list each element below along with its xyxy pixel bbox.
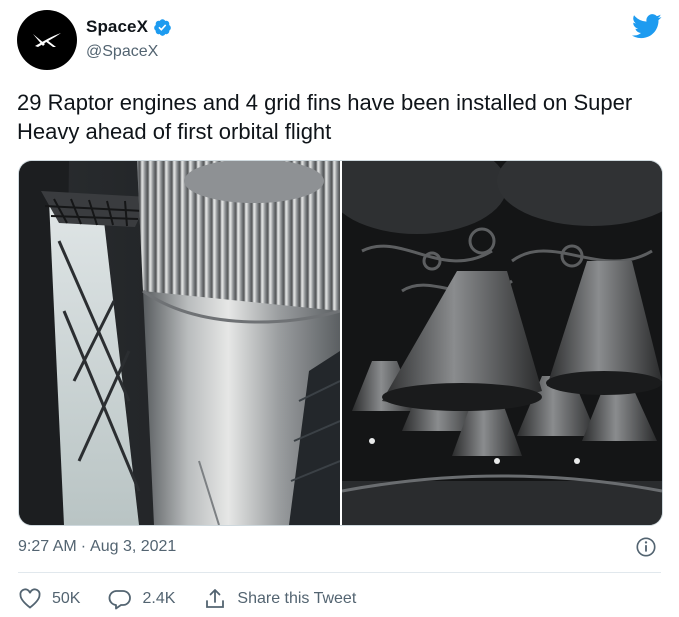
booster-image xyxy=(19,161,340,525)
reply-button[interactable]: 2.4K xyxy=(108,587,175,611)
tweet-time[interactable]: 9:27 AM xyxy=(18,538,77,556)
tweet-card: SpaceX @SpaceX 29 Raptor engines and 4 g… xyxy=(0,0,679,617)
divider xyxy=(18,572,661,573)
tweet-text: 29 Raptor engines and 4 grid fins have b… xyxy=(17,90,633,144)
engines-image xyxy=(341,161,662,525)
author-handle[interactable]: @SpaceX xyxy=(86,43,158,61)
avatar[interactable] xyxy=(17,10,77,70)
like-count: 50K xyxy=(52,590,81,607)
tweet-media[interactable] xyxy=(18,160,663,526)
author-display-name[interactable]: SpaceX xyxy=(86,17,148,37)
share-label: Share this Tweet xyxy=(237,590,357,607)
author-name-row[interactable]: SpaceX xyxy=(86,17,172,37)
super-heavy-booster-photo[interactable] xyxy=(19,161,340,525)
reply-count: 2.4K xyxy=(142,590,176,607)
share-button[interactable]: Share this Tweet xyxy=(203,587,356,611)
spacex-logo-icon xyxy=(33,33,61,47)
info-icon[interactable] xyxy=(635,536,657,558)
twitter-bird-icon[interactable] xyxy=(632,14,662,39)
like-button[interactable]: 50K xyxy=(18,587,80,611)
heart-icon xyxy=(19,588,41,609)
reply-icon xyxy=(109,590,132,610)
tweet-actions: 50K 2.4K Share this Tweet xyxy=(18,587,384,611)
timestamp-separator: · xyxy=(80,538,87,555)
share-icon xyxy=(206,589,225,608)
raptor-engines-photo[interactable] xyxy=(341,161,663,525)
verified-badge-icon xyxy=(154,18,171,36)
tweet-date[interactable]: Aug 3, 2021 xyxy=(90,538,176,556)
tweet-timestamp[interactable]: 9:27 AM · Aug 3, 2021 xyxy=(18,538,176,556)
